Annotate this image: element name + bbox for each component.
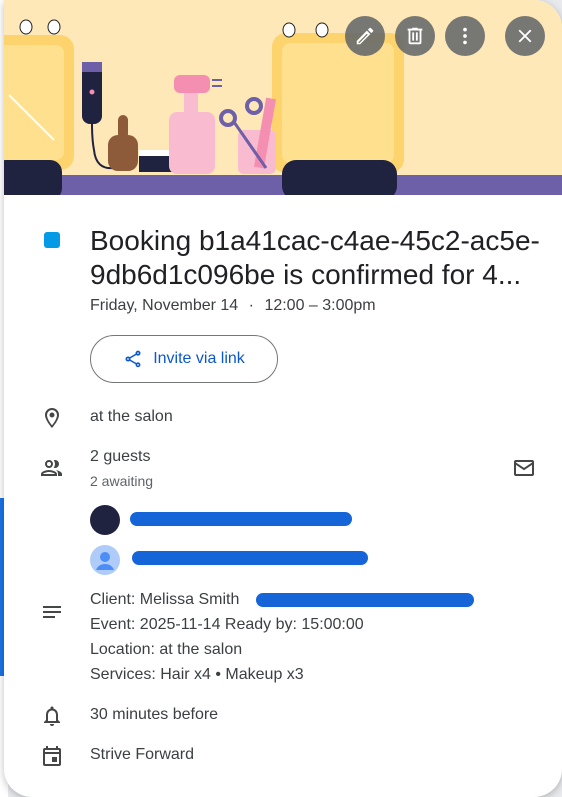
person-icon [96, 552, 114, 570]
invite-via-link-button[interactable]: Invite via link [90, 335, 278, 383]
event-title-line-1: Booking b1a41cac-c4ae-45c2-ac5e- [90, 225, 540, 256]
trash-icon [407, 27, 423, 45]
redacted-guest-email [130, 512, 352, 526]
description-event: Event: 2025-11-14 Ready by: 15:00:00 [90, 616, 364, 633]
location-icon [40, 406, 64, 430]
people-icon [40, 456, 64, 480]
mail-icon [514, 460, 534, 476]
description-services: Services: Hair x4 • Makeup x3 [90, 666, 304, 683]
guest-count: 2 guests [90, 448, 151, 465]
event-time: 12:00 – 3:00pm [264, 297, 376, 314]
event-location: at the salon [90, 408, 173, 425]
event-date: Friday, November 14 [90, 297, 239, 314]
delete-button[interactable] [395, 16, 435, 56]
redacted-guest-email [132, 551, 368, 565]
close-button[interactable] [505, 16, 545, 56]
event-title: Booking b1a41cac-c4ae-45c2-ac5e- 9db6d1c… [90, 224, 550, 292]
event-color-chip [44, 232, 60, 248]
bell-icon [40, 704, 64, 728]
pencil-icon [356, 27, 374, 45]
event-title-line-2: 9db6d1c096be is confirmed for 4... [90, 259, 522, 290]
guest-status: 2 awaiting [90, 473, 154, 489]
more-vert-icon [463, 27, 467, 45]
guest-avatar[interactable] [90, 545, 120, 575]
reminder-text: 30 minutes before [90, 706, 219, 723]
description-client: Client: Melissa Smith [90, 591, 240, 608]
edit-button[interactable] [345, 16, 385, 56]
share-icon [125, 350, 141, 368]
notes-icon [40, 600, 64, 624]
email-guests-button[interactable] [512, 456, 540, 484]
calendar-icon [40, 744, 64, 768]
event-datetime: Friday, November 14 · 12:00 – 3:00pm [90, 297, 376, 315]
description-location: Location: at the salon [90, 641, 243, 658]
event-detail-popup: Booking b1a41cac-c4ae-45c2-ac5e- 9db6d1c… [4, 0, 562, 797]
datetime-separator: · [248, 297, 254, 314]
more-options-button[interactable] [445, 16, 485, 56]
calendar-name: Strive Forward [90, 746, 195, 763]
close-icon [518, 29, 532, 43]
invite-via-link-label: Invite via link [153, 350, 245, 367]
redacted-client-contact [256, 593, 474, 607]
guest-avatar[interactable] [90, 505, 120, 535]
